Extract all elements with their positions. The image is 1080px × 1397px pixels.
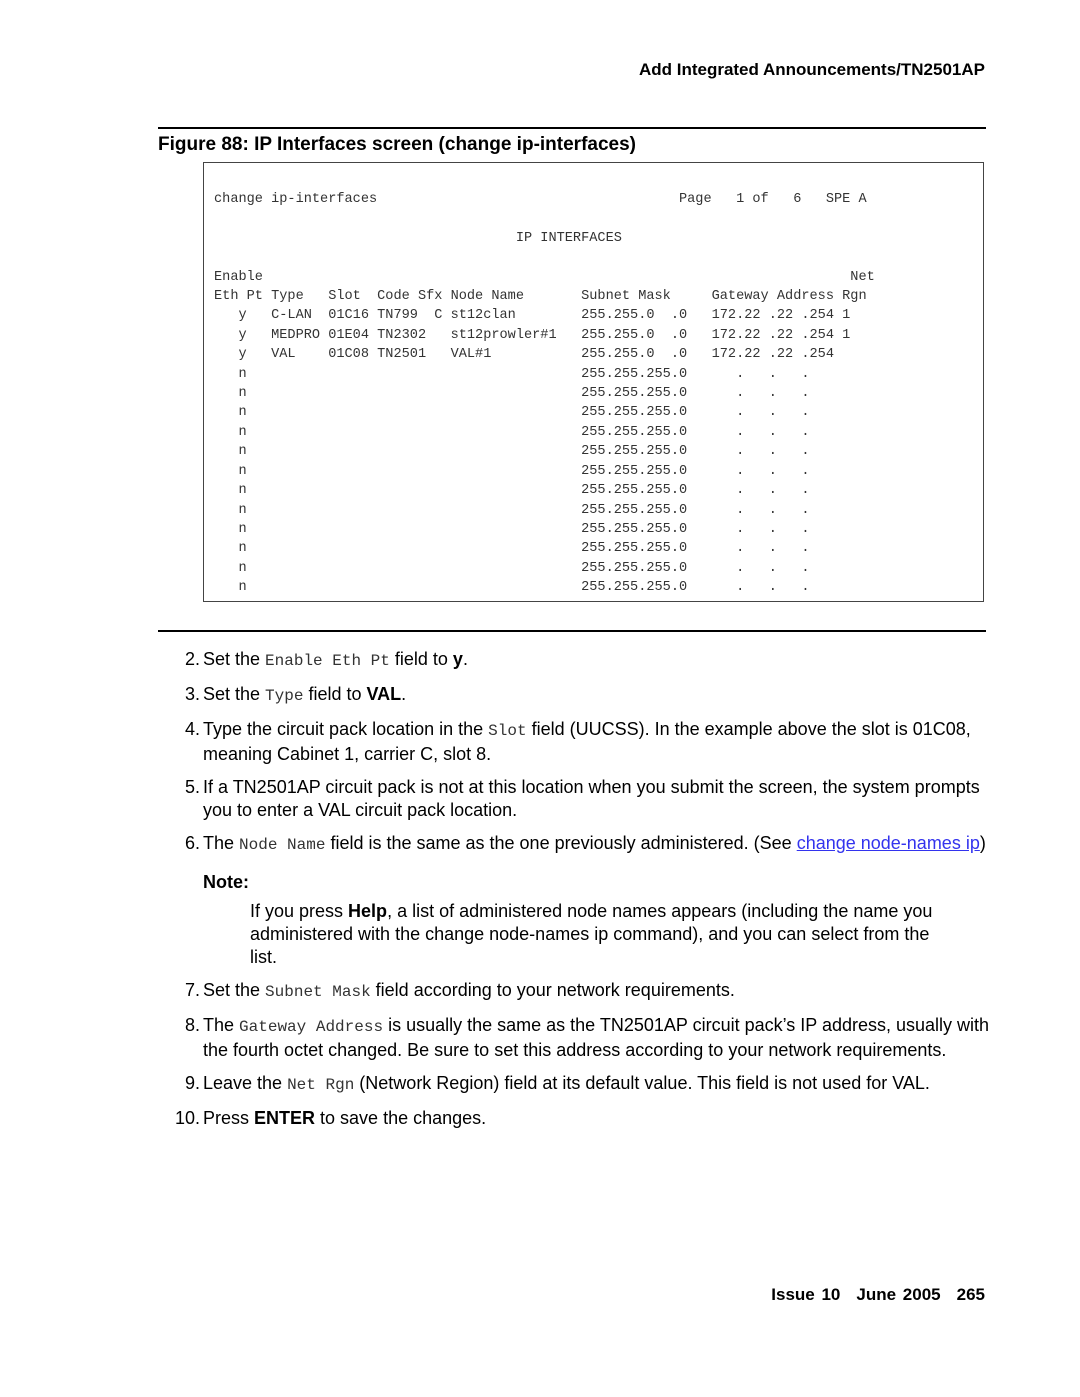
field-name: Net Rgn <box>287 1076 355 1094</box>
step-6: 6. The Node Name field is the same as the… <box>184 833 986 854</box>
field-name: Gateway Address <box>239 1018 384 1036</box>
field-name: Enable Eth Pt <box>265 652 390 670</box>
field-name: Slot <box>488 722 527 740</box>
step-10: 10. Press ENTER to save the changes. <box>174 1108 487 1128</box>
terminal-screen: change ip-interfaces Page 1 of 6 SPE A I… <box>203 162 984 602</box>
figure-title: Figure 88: IP Interfaces screen (change … <box>158 134 636 155</box>
step-5: 5. If a TN2501AP circuit pack is not at t… <box>184 777 980 820</box>
change-node-names-link[interactable]: change node-names ip <box>797 833 980 853</box>
field-name: Node Name <box>239 836 326 854</box>
field-name: Subnet Mask <box>265 983 371 1001</box>
note-label: Note: <box>203 872 249 892</box>
screen-text: change ip-interfaces Page 1 of 6 SPE A I… <box>214 192 875 596</box>
step-7: 7. Set the Subnet Mask field according to… <box>184 980 735 1001</box>
step-2: 2. Set the Enable Eth Pt field to y. <box>184 649 468 670</box>
top-rule <box>158 127 986 129</box>
page-footer: Issue 10 June 2005 265 <box>755 1285 985 1305</box>
field-name: Type <box>265 687 304 705</box>
step-9: 9. Leave the Net Rgn (Network Region) fie… <box>184 1073 930 1094</box>
step-3: 3. Set the Type field to VAL. <box>184 684 407 705</box>
issue-date: June 2005 <box>856 1285 941 1304</box>
issue-number: Issue 10 <box>771 1285 841 1304</box>
note-body: If you press Help, a list of administere… <box>250 901 933 967</box>
procedure-steps: 2. Set the Enable Eth Pt field to y. 3. Se… <box>170 648 990 1140</box>
page-number: 265 <box>956 1285 985 1304</box>
step-8: 8. The Gateway Address is usually the sam… <box>184 1015 990 1060</box>
running-header: Add Integrated Announcements/TN2501AP <box>638 60 985 79</box>
bottom-rule <box>158 630 986 632</box>
step-4: 4. Type the circuit pack location in the … <box>184 719 971 764</box>
